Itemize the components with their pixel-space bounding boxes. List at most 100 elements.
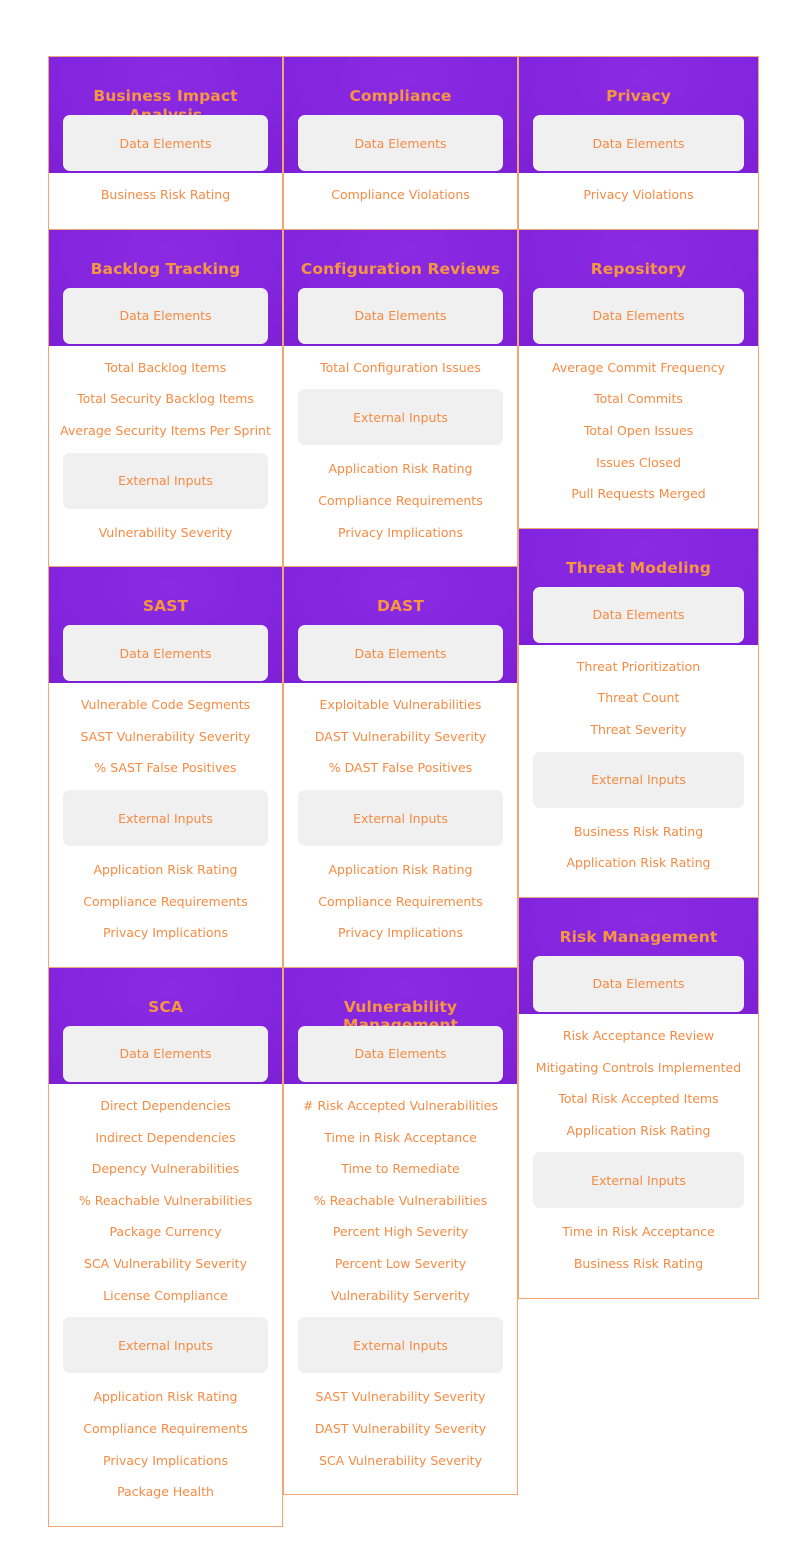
list-item[interactable]: Risk Acceptance Review: [519, 1020, 758, 1052]
data-elements-chip[interactable]: Data Elements: [298, 1025, 503, 1082]
data-elements-chip[interactable]: Data Elements: [298, 115, 503, 171]
list-item[interactable]: DAST Vulnerability Severity: [284, 721, 517, 753]
list-item[interactable]: Package Currency: [49, 1216, 282, 1248]
list-item[interactable]: Application Risk Rating: [49, 854, 282, 886]
list-item[interactable]: Pull Requests Merged: [519, 478, 758, 510]
card[interactable]: Backlog Tracking Data Elements Total Backl…: [48, 229, 283, 568]
card[interactable]: Threat Modeling Data Elements Threat Prior…: [518, 528, 759, 898]
list-item[interactable]: Business Risk Rating: [519, 1248, 758, 1280]
list-item[interactable]: Compliance Requirements: [49, 886, 282, 918]
card[interactable]: DAST Data Elements Exploitable Vulnerabili…: [283, 567, 518, 968]
external-inputs-chip[interactable]: External Inputs: [533, 751, 744, 808]
list-item[interactable]: Vulnerability Serverity: [284, 1280, 517, 1312]
external-inputs-chip[interactable]: External Inputs: [533, 1152, 744, 1209]
data-elements-chip[interactable]: Data Elements: [533, 287, 744, 344]
list-item[interactable]: Vulnerable Code Segments: [49, 689, 282, 721]
list-item[interactable]: Total Configuration Issues: [284, 352, 517, 384]
card[interactable]: Risk Management Data Elements Risk Accepta…: [518, 897, 759, 1299]
data-elements-chip[interactable]: Data Elements: [533, 955, 744, 1012]
list-item[interactable]: Total Commits: [519, 383, 758, 415]
list-item[interactable]: Indirect Dependencies: [49, 1122, 282, 1154]
item-list: SAST Vulnerability Severity DAST Vulnerab…: [284, 1373, 517, 1476]
list-item[interactable]: Percent High Severity: [284, 1216, 517, 1248]
list-item[interactable]: Direct Dependencies: [49, 1090, 282, 1122]
list-item[interactable]: Compliance Requirements: [284, 485, 517, 517]
list-item[interactable]: Issues Closed: [519, 447, 758, 479]
list-item[interactable]: SAST Vulnerability Severity: [49, 721, 282, 753]
list-item[interactable]: Total Open Issues: [519, 415, 758, 447]
list-item[interactable]: SCA Vulnerability Severity: [49, 1248, 282, 1280]
list-item[interactable]: Package Health: [49, 1476, 282, 1508]
external-inputs-chip[interactable]: External Inputs: [63, 1317, 268, 1374]
list-item[interactable]: Privacy Implications: [49, 1445, 282, 1477]
list-item[interactable]: Vulnerability Severity: [49, 517, 282, 549]
list-item[interactable]: Average Security Items Per Sprint: [49, 415, 282, 447]
card[interactable]: SCA Data Elements Direct Dependencies Indir…: [48, 967, 283, 1527]
list-item[interactable]: Application Risk Rating: [519, 1115, 758, 1147]
list-item[interactable]: Total Security Backlog Items: [49, 383, 282, 415]
list-item[interactable]: Exploitable Vulnerabilities: [284, 689, 517, 721]
list-item[interactable]: % Reachable Vulnerabilities: [284, 1185, 517, 1217]
data-elements-chip[interactable]: Data Elements: [63, 115, 268, 171]
card[interactable]: Configuration Reviews Data Elements Total …: [283, 229, 518, 568]
data-elements-chip[interactable]: Data Elements: [63, 287, 268, 344]
card[interactable]: Compliance Data Elements Compliance Violat…: [283, 56, 518, 230]
external-inputs-chip[interactable]: External Inputs: [63, 452, 268, 509]
list-item[interactable]: Privacy Violations: [519, 179, 758, 211]
list-item[interactable]: Compliance Requirements: [49, 1413, 282, 1445]
list-item[interactable]: Business Risk Rating: [49, 179, 282, 211]
list-item[interactable]: Depency Vulnerabilities: [49, 1153, 282, 1185]
list-item[interactable]: Total Backlog Items: [49, 352, 282, 384]
item-list: Exploitable Vulnerabilities DAST Vulnerab…: [284, 681, 517, 784]
list-item[interactable]: Percent Low Severity: [284, 1248, 517, 1280]
list-item[interactable]: Compliance Requirements: [284, 886, 517, 918]
list-item[interactable]: Compliance Violations: [284, 179, 517, 211]
list-item[interactable]: Time in Risk Acceptance: [284, 1122, 517, 1154]
external-inputs-chip[interactable]: External Inputs: [63, 790, 268, 846]
card-title: Repository: [590, 259, 687, 278]
external-inputs-chip[interactable]: External Inputs: [298, 1317, 503, 1374]
item-list: Threat Prioritization Threat Count Threat …: [519, 643, 758, 746]
item-list: Vulnerability Severity: [49, 509, 282, 549]
list-item[interactable]: Business Risk Rating: [519, 816, 758, 848]
list-item[interactable]: SCA Vulnerability Severity: [284, 1445, 517, 1477]
list-item[interactable]: DAST Vulnerability Severity: [284, 1413, 517, 1445]
list-item[interactable]: Average Commit Frequency: [519, 352, 758, 384]
list-item[interactable]: SAST Vulnerability Severity: [284, 1381, 517, 1413]
card[interactable]: Vulnerability ManagementData Elements# R…: [283, 967, 518, 1496]
data-elements-chip[interactable]: Data Elements: [298, 287, 503, 344]
external-inputs-chip[interactable]: External Inputs: [298, 790, 503, 846]
card-title: Risk Management: [559, 927, 718, 946]
data-elements-chip[interactable]: Data Elements: [533, 586, 744, 643]
card[interactable]: Privacy Data Elements Privacy Violations: [518, 56, 759, 230]
list-item[interactable]: License Compliance: [49, 1280, 282, 1312]
list-item[interactable]: Application Risk Rating: [519, 847, 758, 879]
list-item[interactable]: Application Risk Rating: [284, 453, 517, 485]
item-list: Time in Risk Acceptance Business Risk Rat…: [519, 1208, 758, 1279]
list-item[interactable]: Total Risk Accepted Items: [519, 1083, 758, 1115]
item-list: Application Risk Rating Compliance Requir…: [284, 846, 517, 949]
list-item[interactable]: % Reachable Vulnerabilities: [49, 1185, 282, 1217]
data-elements-chip[interactable]: Data Elements: [63, 625, 268, 682]
card[interactable]: SAST Data Elements Vulnerable Code Segment…: [48, 567, 283, 968]
card[interactable]: Repository Data Elements Average Commit Fr…: [518, 229, 759, 529]
card[interactable]: Business Impact AnalysisData ElementsBus…: [48, 56, 283, 230]
data-elements-chip[interactable]: Data Elements: [298, 625, 503, 682]
list-item[interactable]: Threat Count: [519, 682, 758, 714]
list-item[interactable]: Time in Risk Acceptance: [519, 1216, 758, 1248]
external-inputs-chip[interactable]: External Inputs: [298, 389, 503, 446]
list-item[interactable]: Privacy Implications: [284, 517, 517, 549]
list-item[interactable]: Privacy Implications: [284, 917, 517, 949]
list-item[interactable]: Mitigating Controls Implemented: [519, 1052, 758, 1084]
list-item[interactable]: % DAST False Positives: [284, 752, 517, 784]
list-item[interactable]: Threat Prioritization: [519, 651, 758, 683]
list-item[interactable]: # Risk Accepted Vulnerabilities: [284, 1090, 517, 1122]
list-item[interactable]: Time to Remediate: [284, 1153, 517, 1185]
list-item[interactable]: Application Risk Rating: [284, 854, 517, 886]
list-item[interactable]: % SAST False Positives: [49, 752, 282, 784]
list-item[interactable]: Application Risk Rating: [49, 1381, 282, 1413]
data-elements-chip[interactable]: Data Elements: [63, 1025, 268, 1082]
data-elements-chip[interactable]: Data Elements: [533, 115, 744, 171]
list-item[interactable]: Privacy Implications: [49, 917, 282, 949]
list-item[interactable]: Threat Severity: [519, 714, 758, 746]
